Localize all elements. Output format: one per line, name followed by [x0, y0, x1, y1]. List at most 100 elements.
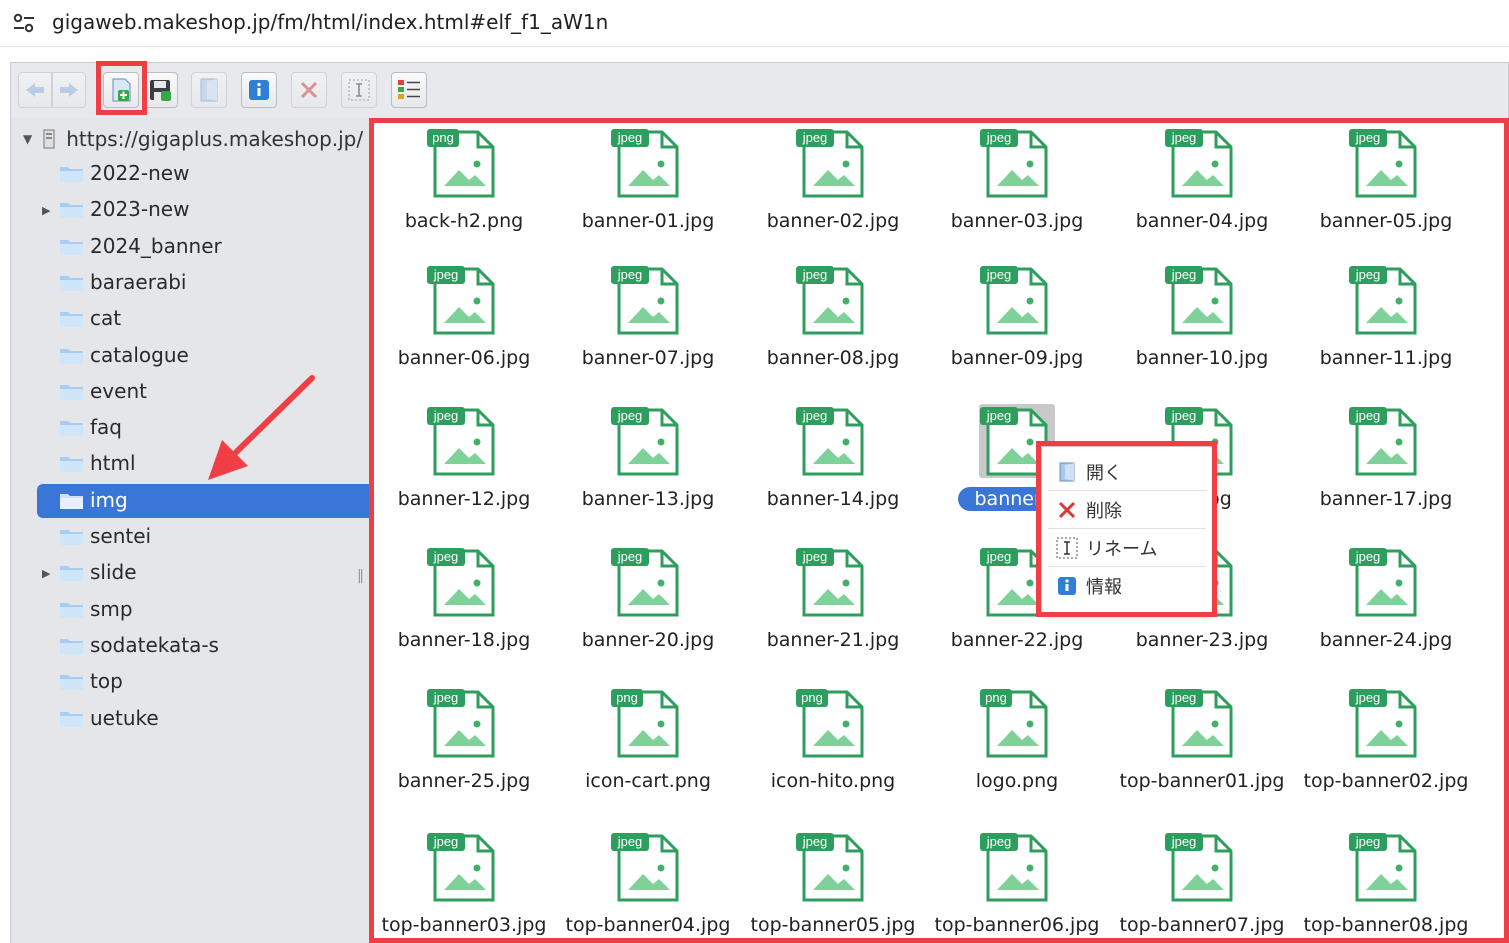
tree-item[interactable]: ▶ 2023-new	[37, 193, 369, 227]
image-file-icon: jpeg	[1349, 266, 1417, 335]
file-item[interactable]: jpeg banner-12.jpg	[372, 400, 556, 540]
svg-text:jpeg: jpeg	[1355, 549, 1381, 564]
file-item[interactable]: jpeg banner-25.jpg	[372, 682, 556, 822]
tree-item[interactable]: top	[37, 665, 369, 699]
file-item[interactable]: jpeg banner-04.jpg	[1110, 122, 1294, 262]
tree-item[interactable]: sodatekata-s	[37, 629, 369, 663]
image-file-icon: jpeg	[611, 833, 679, 902]
file-name: icon-hito.png	[770, 770, 896, 792]
file-name: top-banner04.jpg	[565, 914, 731, 936]
file-name: top-banner06.jpg	[934, 914, 1100, 936]
file-item[interactable]: png logo.png	[925, 682, 1109, 822]
download-button[interactable]	[142, 72, 178, 108]
file-item[interactable]: jpeg banner-06.jpg	[372, 259, 556, 399]
tree-item[interactable]: img	[37, 483, 369, 518]
collapse-arrow-icon[interactable]: ▼	[23, 132, 32, 146]
file-name: icon-cart.png	[585, 770, 711, 792]
context-menu-info[interactable]: 情報	[1048, 567, 1206, 604]
delete-button[interactable]	[291, 72, 327, 108]
file-item[interactable]: jpeg top-banner07.jpg	[1110, 826, 1294, 943]
tree-item[interactable]: catalogue	[37, 339, 369, 373]
tree-item[interactable]: baraerabi	[37, 266, 369, 300]
file-item[interactable]: jpeg banner-20.jpg	[556, 541, 740, 681]
tree-item[interactable]: sentei	[37, 520, 369, 554]
back-button[interactable]	[18, 72, 52, 108]
file-item[interactable]: png back-h2.png	[372, 122, 556, 262]
folder-icon	[60, 384, 83, 400]
tree-item-label: sentei	[90, 524, 152, 548]
upload-icon	[112, 78, 131, 102]
file-item[interactable]: jpeg banner-03.jpg	[925, 122, 1109, 262]
upload-button[interactable]	[103, 72, 139, 108]
file-name: banner-23.jpg	[1135, 629, 1269, 651]
image-file-icon: jpeg	[796, 407, 864, 476]
expand-arrow-icon[interactable]: ▶	[42, 567, 50, 580]
file-item[interactable]: jpeg top-banner02.jpg	[1294, 682, 1478, 822]
file-item[interactable]: jpeg banner-13.jpg	[556, 400, 740, 540]
tree-root[interactable]: ▼ https://gigaplus.makeshop.jp/	[23, 126, 363, 152]
folder-tree: ▼ https://gigaplus.makeshop.jp/ ‖ 2022-n…	[11, 118, 369, 943]
folder-icon	[60, 348, 83, 364]
address-bar[interactable]: gigaweb.makeshop.jp/fm/html/index.html#e…	[0, 0, 1509, 47]
context-menu-delete-label: 削除	[1086, 500, 1122, 522]
file-item[interactable]: jpeg top-banner06.jpg	[925, 826, 1109, 943]
tree-item[interactable]: 2024_banner	[37, 230, 369, 264]
file-item[interactable]: jpeg banner-08.jpg	[741, 259, 925, 399]
url-text[interactable]: gigaweb.makeshop.jp/fm/html/index.html#e…	[52, 10, 608, 34]
image-file-icon: jpeg	[796, 266, 864, 335]
file-item[interactable]: jpeg top-banner08.jpg	[1294, 826, 1478, 943]
image-file-icon: jpeg	[1165, 833, 1233, 902]
view-list-button[interactable]	[391, 72, 427, 108]
save-icon	[150, 80, 171, 101]
tree-item[interactable]: ▶ slide	[37, 556, 369, 590]
svg-text:jpeg: jpeg	[1171, 834, 1197, 849]
info-button[interactable]	[241, 72, 277, 108]
file-item[interactable]: jpeg banner-24.jpg	[1294, 541, 1478, 681]
image-file-icon: jpeg	[1165, 689, 1233, 758]
file-item[interactable]: jpeg banner-10.jpg	[1110, 259, 1294, 399]
open-button[interactable]	[191, 72, 227, 108]
tree-item[interactable]: uetuke	[37, 702, 369, 736]
file-name: banner-24.jpg	[1319, 629, 1453, 651]
folder-icon	[60, 312, 83, 328]
file-item[interactable]: jpeg top-banner05.jpg	[741, 826, 925, 943]
file-item[interactable]: jpeg banner-07.jpg	[556, 259, 740, 399]
svg-text:jpeg: jpeg	[433, 549, 459, 564]
tree-item[interactable]: cat	[37, 302, 369, 336]
file-name: banner-21.jpg	[766, 629, 900, 651]
file-item[interactable]: png icon-hito.png	[741, 682, 925, 822]
context-menu-open[interactable]: 開く	[1048, 453, 1206, 491]
file-item[interactable]: jpeg top-banner03.jpg	[372, 826, 556, 943]
svg-text:jpeg: jpeg	[802, 130, 828, 145]
expand-arrow-icon[interactable]: ▶	[42, 204, 50, 217]
file-item[interactable]: jpeg top-banner04.jpg	[556, 826, 740, 943]
tree-item[interactable]: 2022-new	[37, 157, 369, 191]
forward-button[interactable]	[52, 72, 86, 108]
image-file-icon: jpeg	[611, 407, 679, 476]
image-file-icon: jpeg	[796, 833, 864, 902]
folder-icon	[60, 566, 83, 582]
context-menu-rename[interactable]: リネーム	[1048, 529, 1206, 567]
file-item[interactable]: jpeg banner-05.jpg	[1294, 122, 1478, 262]
file-item[interactable]: jpeg banner-09.jpg	[925, 259, 1109, 399]
file-item[interactable]: jpeg banner-17.jpg	[1294, 400, 1478, 540]
context-menu-delete[interactable]: 削除	[1048, 491, 1206, 529]
tree-item[interactable]: smp	[37, 593, 369, 627]
file-item[interactable]: jpeg banner-21.jpg	[741, 541, 925, 681]
file-item[interactable]: jpeg banner-14.jpg	[741, 400, 925, 540]
file-item[interactable]: jpeg banner-02.jpg	[741, 122, 925, 262]
rename-button[interactable]	[341, 72, 377, 108]
file-item[interactable]: jpeg banner-18.jpg	[372, 541, 556, 681]
toolbar	[10, 62, 1509, 118]
open-icon	[200, 78, 218, 102]
site-settings-icon[interactable]	[12, 12, 36, 34]
svg-text:jpeg: jpeg	[1355, 690, 1381, 705]
image-file-icon: jpeg	[980, 129, 1048, 198]
file-item[interactable]: jpeg banner-11.jpg	[1294, 259, 1478, 399]
file-item[interactable]: jpeg banner-01.jpg	[556, 122, 740, 262]
image-file-icon: jpeg	[611, 129, 679, 198]
tree-item-label: 2023-new	[90, 197, 190, 222]
file-item[interactable]: png icon-cart.png	[556, 682, 740, 822]
file-item[interactable]: jpeg top-banner01.jpg	[1110, 682, 1294, 822]
image-file-icon: jpeg	[1349, 129, 1417, 198]
